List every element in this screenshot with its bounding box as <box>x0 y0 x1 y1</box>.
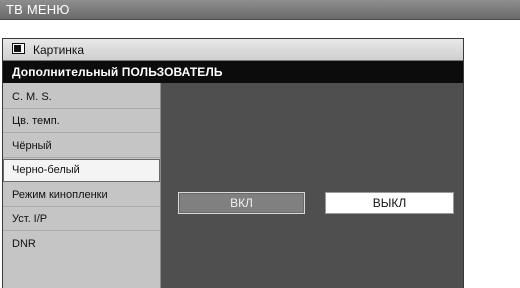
picture-category-row[interactable]: Картинка <box>3 39 463 61</box>
picture-category-label: Картинка <box>33 43 85 57</box>
sidebar-item-label: Цв. темп. <box>12 115 60 127</box>
sidebar-item-monochrome[interactable]: Черно-белый <box>3 159 160 182</box>
option-area: ВКЛ ВЫКЛ <box>161 83 463 288</box>
sidebar-item-label: Режим кинопленки <box>12 189 108 201</box>
sidebar-item-dnr[interactable]: DNR <box>3 233 160 256</box>
menu-title-bar: ТВ МЕНЮ <box>0 0 520 20</box>
picture-icon <box>12 43 25 54</box>
sidebar-item-film-mode[interactable]: Режим кинопленки <box>3 184 160 207</box>
off-button[interactable]: ВЫКЛ <box>325 192 454 214</box>
menu-title: ТВ МЕНЮ <box>6 2 70 17</box>
sidebar-item-color-temp[interactable]: Цв. темп. <box>3 110 160 133</box>
sidebar-item-ip-setting[interactable]: Уст. I/P <box>3 208 160 231</box>
section-title: Дополнительный ПОЛЬЗОВАТЕЛЬ <box>12 65 223 79</box>
on-button[interactable]: ВКЛ <box>178 192 305 214</box>
sidebar-item-label: Уст. I/P <box>12 213 48 225</box>
sidebar-item-label: C. M. S. <box>12 91 52 103</box>
sidebar-item-label: Чёрный <box>12 140 52 152</box>
sidebar-item-label: DNR <box>12 238 36 250</box>
settings-panel: Картинка Дополнительный ПОЛЬЗОВАТЕЛЬ C. … <box>2 38 464 288</box>
sidebar-menu: C. M. S. Цв. темп. Чёрный Черно-белый Ре… <box>3 83 161 288</box>
section-header: Дополнительный ПОЛЬЗОВАТЕЛЬ <box>3 61 463 83</box>
sidebar-item-cms[interactable]: C. M. S. <box>3 86 160 109</box>
sidebar-item-label: Черно-белый <box>12 164 80 176</box>
sidebar-item-black[interactable]: Чёрный <box>3 135 160 158</box>
